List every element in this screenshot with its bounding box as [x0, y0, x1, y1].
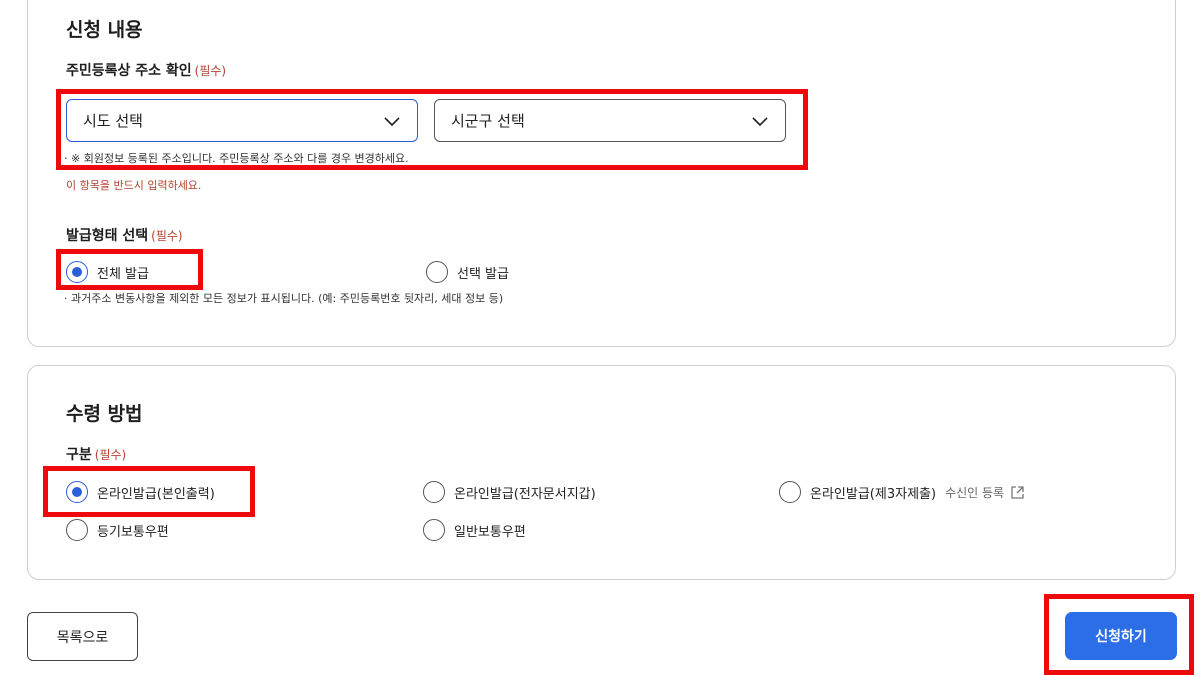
radio-issue-selective[interactable]: 선택 발급: [426, 261, 509, 283]
apply-button[interactable]: 신청하기: [1065, 612, 1177, 660]
receipt-field-label: 구분 (필수): [66, 444, 126, 464]
address-label-text: 주민등록상 주소 확인: [66, 63, 192, 79]
radio-registered-mail-label: 등기보통우편: [97, 524, 169, 540]
radio-icon: [423, 519, 445, 541]
radio-online-e-wallet-label: 온라인발급(전자문서지갑): [454, 486, 596, 502]
external-link-icon: [1011, 485, 1024, 499]
radio-icon: [66, 481, 88, 503]
radio-icon: [423, 481, 445, 503]
radio-icon: [779, 481, 801, 503]
issue-type-label-text: 발급형태 선택: [66, 228, 149, 244]
radio-issue-full[interactable]: 전체 발급: [66, 261, 149, 283]
radio-icon: [66, 519, 88, 541]
address-hint: · ※ 회원정보 등록된 주소입니다. 주민등록상 주소와 다를 경우 변경하세…: [64, 152, 409, 165]
radio-issue-full-label: 전체 발급: [97, 266, 149, 282]
radio-online-self-print[interactable]: 온라인발급(본인출력): [66, 481, 215, 503]
radio-regular-mail[interactable]: 일반보통우편: [423, 519, 526, 541]
back-to-list-button[interactable]: 목록으로: [27, 612, 138, 661]
sido-select[interactable]: 시도 선택: [66, 99, 418, 142]
issue-type-hint: · 과거주소 변동사항을 제외한 모든 정보가 표시됩니다. (예: 주민등록번…: [64, 292, 504, 305]
radio-online-third-party-label: 온라인발급(제3자제출): [810, 486, 937, 502]
section-title-application: 신청 내용: [66, 19, 143, 41]
issue-type-field-label: 발급형태 선택 (필수): [66, 225, 183, 245]
required-marker: (필수): [151, 229, 183, 243]
address-error-message: 이 항목을 반드시 입력하세요.: [66, 179, 202, 192]
sigungu-select[interactable]: 시군구 선택: [434, 99, 786, 142]
required-marker: (필수): [194, 64, 227, 78]
radio-registered-mail[interactable]: 등기보통우편: [66, 519, 169, 541]
radio-online-self-print-label: 온라인발급(본인출력): [97, 486, 215, 502]
recipient-register-label: 수신인 등록: [945, 485, 1005, 500]
section-title-receipt: 수령 방법: [66, 403, 143, 425]
recipient-register-link[interactable]: 수신인 등록: [945, 484, 1025, 501]
radio-icon: [66, 261, 88, 283]
radio-online-third-party[interactable]: 온라인발급(제3자제출) 수신인 등록: [779, 481, 1025, 503]
receipt-label-text: 구분: [66, 447, 92, 463]
radio-regular-mail-label: 일반보통우편: [454, 524, 526, 540]
sigungu-select-text: 시군구 선택: [451, 112, 525, 130]
sido-select-text: 시도 선택: [83, 112, 143, 130]
radio-icon: [426, 261, 448, 283]
radio-issue-selective-label: 선택 발급: [457, 266, 509, 282]
address-field-label: 주민등록상 주소 확인 (필수): [66, 60, 226, 80]
radio-online-e-wallet[interactable]: 온라인발급(전자문서지갑): [423, 481, 596, 503]
required-marker: (필수): [94, 448, 127, 462]
receipt-card: [27, 365, 1176, 580]
chevron-down-icon: [752, 117, 768, 127]
chevron-down-icon: [384, 117, 400, 127]
